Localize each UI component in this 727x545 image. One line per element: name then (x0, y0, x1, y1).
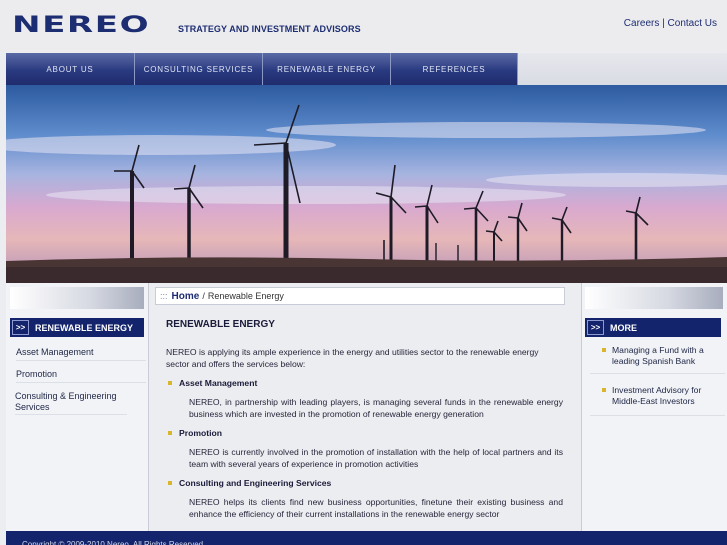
double-arrow-icon: >> (587, 320, 604, 335)
left-sidebar: >> RENEWABLE ENERGY Asset Management Pro… (6, 283, 149, 531)
service-text-asset-management: NEREO, in partnership with leading playe… (189, 397, 563, 419)
more-item-label: Managing a Fund with a leading Spanish B… (612, 345, 704, 366)
breadcrumb-separator: / (202, 291, 205, 301)
right-sidebar-top-bar (585, 287, 723, 309)
nav-about-us[interactable]: ABOUT US (6, 53, 135, 85)
breadcrumb-home-link[interactable]: Home (172, 291, 200, 302)
bullet-icon (602, 348, 606, 352)
bullet-icon (602, 388, 606, 392)
more-item-spanish-bank-fund[interactable]: Managing a Fund with a leading Spanish B… (602, 345, 724, 367)
nereo-logo[interactable]: NEREO (12, 15, 149, 37)
service-text-consulting: NEREO helps its clients find new busines… (189, 497, 563, 519)
more-heading-label: MORE (610, 322, 637, 333)
top-links-separator: | (662, 18, 665, 29)
double-arrow-icon: >> (12, 320, 29, 335)
service-title: Asset Management (179, 378, 258, 388)
nav-references[interactable]: REFERENCES (391, 53, 518, 85)
more-item-middle-east-advisory[interactable]: Investment Advisory for Middle-East Inve… (602, 385, 724, 407)
careers-link[interactable]: Careers (624, 18, 660, 29)
main-nav: ABOUT US CONSULTING SERVICES RENEWABLE E… (6, 53, 727, 85)
sidebar-item-consulting-engineering[interactable]: Consulting & Engineering Services (15, 391, 127, 415)
more-heading: >> MORE (585, 318, 721, 337)
left-sidebar-heading: >> RENEWABLE ENERGY (10, 318, 144, 337)
left-sidebar-top-bar (10, 287, 144, 309)
service-title: Promotion (179, 428, 222, 438)
tagline: STRATEGY AND INVESTMENT ADVISORS (178, 24, 361, 34)
footer: Copyright © 2009-2010 Nereo. All Rights … (6, 531, 727, 545)
divider (590, 415, 725, 416)
sidebar-item-promotion[interactable]: Promotion (16, 369, 146, 383)
more-item-label: Investment Advisory for Middle-East Inve… (612, 385, 702, 406)
bullet-icon (168, 481, 172, 485)
nav-renewable-energy[interactable]: RENEWABLE ENERGY (263, 53, 391, 85)
logo-text: NEREO (12, 13, 151, 38)
site-header: NEREO STRATEGY AND INVESTMENT ADVISORS C… (0, 0, 727, 52)
left-sidebar-heading-label: RENEWABLE ENERGY (35, 322, 134, 333)
breadcrumb-current: Renewable Energy (207, 291, 284, 301)
service-text-promotion: NEREO is currently involved in the promo… (189, 447, 563, 469)
nav-consulting-services[interactable]: CONSULTING SERVICES (135, 53, 263, 85)
service-title: Consulting and Engineering Services (179, 478, 332, 488)
breadcrumb-prefix: ::: (160, 291, 168, 301)
sidebar-item-asset-management[interactable]: Asset Management (16, 347, 146, 361)
contact-us-link[interactable]: Contact Us (668, 18, 717, 29)
service-heading-promotion: Promotion (168, 428, 222, 438)
divider (590, 373, 725, 374)
page-title: RENEWABLE ENERGY (166, 319, 275, 330)
bullet-icon (168, 431, 172, 435)
service-heading-consulting: Consulting and Engineering Services (168, 478, 332, 488)
service-heading-asset-management: Asset Management (168, 378, 258, 388)
right-sidebar: >> MORE Managing a Fund with a leading S… (581, 283, 727, 531)
breadcrumb: ::: Home / Renewable Energy (155, 287, 565, 305)
top-links: Careers | Contact Us (624, 18, 717, 29)
main-content: ::: Home / Renewable Energy RENEWABLE EN… (149, 283, 580, 531)
bullet-icon (168, 381, 172, 385)
wind-turbines-banner (6, 85, 727, 283)
intro-paragraph: NEREO is applying its ample experience i… (166, 347, 539, 369)
